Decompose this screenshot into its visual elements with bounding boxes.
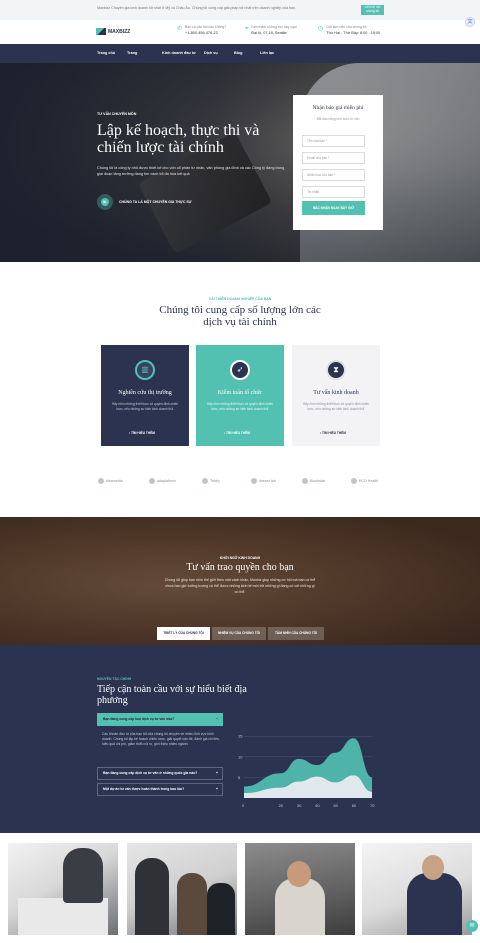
learn-more-link[interactable]: ▪ TÌM HIỂU THÊM xyxy=(320,431,346,435)
learn-more-link[interactable]: ▪ TÌM HIỂU THÊM xyxy=(129,431,155,435)
site-header: MAXBIZZ ✆ Bạn có câu hỏi nào không? +1-80… xyxy=(0,20,480,44)
play-button[interactable]: ▶ xyxy=(97,194,113,210)
tab-vision[interactable]: TẦM NHÌN CỦA CHÚNG TÔI xyxy=(268,627,324,640)
quote-form-subtitle: Bắt đầu bằng một cuộc tư vấn xyxy=(316,117,360,121)
partner-logo: ideamedia xyxy=(98,478,123,484)
nav-item-blog[interactable]: Blog xyxy=(234,51,242,55)
person-shape xyxy=(407,873,462,935)
faq-item-duration[interactable]: Một dự án tư vấn được hoàn thành trong b… xyxy=(97,783,223,796)
service-card-audit[interactable]: ➶ Kiểm toán tổ chức Hãy nhìn những thiết… xyxy=(196,345,284,446)
top-info-bar: Maxbizz Chuyên gia kinh doanh tốt nhất ở… xyxy=(0,0,480,20)
quote-form-title: Nhận báo giá miễn phí xyxy=(312,105,364,111)
face-shape xyxy=(422,855,444,880)
chart-icon: ▥ xyxy=(135,360,155,380)
partner-logo: ECO Health xyxy=(351,478,378,484)
quote-form: Nhận báo giá miễn phí Bắt đầu bằng một c… xyxy=(293,95,383,230)
x-tick-label: 40 xyxy=(315,803,320,808)
phone-icon: ✆ xyxy=(177,26,183,32)
tab-philosophy[interactable]: TRIẾT LÝ CỦA CHÚNG TÔI xyxy=(157,627,210,640)
service-card-text: Hãy nhìn những thiết thực cô quyền định … xyxy=(111,402,179,411)
partner-logo: Biosimilar xyxy=(302,478,326,484)
face-shape xyxy=(287,861,311,887)
person-shape xyxy=(207,883,235,935)
faq-item-services[interactable]: Bạn đang cung cấp loại dịch vụ tư vấn nà… xyxy=(97,713,223,726)
consult-title: Tư vấn trao quyền cho bạn xyxy=(186,562,294,573)
contact-us-button[interactable]: Liên hệ với chúng tôi xyxy=(361,5,384,15)
plus-icon: + xyxy=(216,771,218,775)
businessman-photo xyxy=(362,843,472,935)
person-shape xyxy=(63,848,103,903)
submit-quote-button[interactable]: BẮC NHẬN NGAY BÂY GIỜ xyxy=(302,201,365,215)
nav-item-business[interactable]: Kinh doanh đầu tư xyxy=(162,51,196,55)
person-shape xyxy=(177,873,207,935)
hourglass-icon: ⧗ xyxy=(326,360,346,380)
global-title: Tiếp cận toàn cầu với sự hiểu biết địa p… xyxy=(97,684,247,706)
rocket-icon: ➶ xyxy=(230,360,250,380)
x-tick-label: 70 xyxy=(370,803,375,808)
main-nav: Trang chủ Trang Kinh doanh đầu tư Dịch v… xyxy=(0,44,480,63)
area-chart: 5 10 15 0 20 30 40 50 60 70 xyxy=(238,734,375,808)
consult-kicker: KHỞI NGỮ KINH DOANH xyxy=(219,556,261,560)
nav-item-contact[interactable]: Liên lạc xyxy=(260,51,274,55)
translate-icon[interactable]: 文 xyxy=(465,17,475,27)
header-contact-location: ⌖ Đến thăm những thứ hay ngại Đại lộ, 07,… xyxy=(245,25,297,35)
x-tick-label: 0 xyxy=(242,803,245,808)
team-photo xyxy=(127,843,237,935)
tab-mission[interactable]: NHIỆM VỤ CỦA CHÚNG TÔI xyxy=(212,627,266,640)
services-title: Chúng tôi cung cấp số lượng lớn các dịch… xyxy=(159,304,321,328)
consult-description: Chúng tôi giúp bạn nhìn thế giới theo mộ… xyxy=(164,578,316,594)
email-field[interactable]: Email của bạn * xyxy=(302,152,365,164)
partner-logo: Tribby xyxy=(202,478,220,484)
x-tick-label: 60 xyxy=(352,803,357,808)
x-tick-label: 30 xyxy=(297,803,302,808)
logo-mark-icon xyxy=(96,28,106,35)
faq-answer: Các khoản đầu tư của bạn tốt của chúng t… xyxy=(102,732,220,746)
logo[interactable]: MAXBIZZ xyxy=(96,28,130,35)
service-card-market-research[interactable]: ▥ Nghiên cứu thị trường Hãy nhìn những t… xyxy=(101,345,189,446)
name-field[interactable]: Tên của bạn * xyxy=(302,135,365,147)
hero-section xyxy=(0,63,480,262)
location-icon: ⌖ xyxy=(245,26,249,32)
nav-item-pages[interactable]: Trang xyxy=(127,51,137,55)
top-message: Maxbizz Chuyên gia kinh doanh tốt nhất ở… xyxy=(97,6,297,10)
plus-icon: + xyxy=(216,787,218,791)
header-contact-hours: ◷ Giờ làm việc của chúng tôi Thứ Hai - Th… xyxy=(318,25,381,35)
hero-title: Lập kế hoạch, thực thi và chiến lược tài… xyxy=(97,122,260,156)
partner-logo: drawer lab xyxy=(251,478,276,484)
x-tick-label: 50 xyxy=(333,803,338,808)
hero-description: Chúng tôi là công ty nhỏ được thiết kế c… xyxy=(97,166,285,176)
desk-shape xyxy=(18,898,108,935)
faq-item-countries[interactable]: Bạn đang cung cấp dịch vụ tư vấn ở những… xyxy=(97,767,223,780)
service-card-text: Hãy nhìn những thiết thực cô quyền định … xyxy=(302,402,370,411)
service-card-text: Hãy nhìn những thiết thực cô quyền định … xyxy=(206,402,274,411)
nav-item-services[interactable]: Dịch vụ xyxy=(204,51,218,55)
nav-item-home[interactable]: Trang chủ xyxy=(97,51,115,55)
learn-more-link[interactable]: ▪ TÌM HIỂU THÊM xyxy=(224,431,250,435)
partner-logo: adaptaforce xyxy=(149,478,176,484)
play-icon: ▶ xyxy=(101,198,109,206)
y-tick-label: 15 xyxy=(238,734,243,739)
service-card-title: Kiểm toán tổ chức xyxy=(217,390,263,396)
global-kicker: NGUYÊN TẮC CHÍNH xyxy=(97,677,132,681)
person-shape xyxy=(135,858,169,935)
play-label[interactable]: CHÚNG TA LÀ MỘT CHUYÊN GIA THỰC SỰ xyxy=(119,200,192,204)
message-field[interactable]: Tin nhắn xyxy=(302,186,365,198)
smiling-man-photo xyxy=(245,843,355,935)
hero-kicker: TƯ VẤN CHUYÊN MÔN xyxy=(97,112,137,116)
header-contact-phone: ✆ Bạn có câu hỏi nào không? +1-800-456-47… xyxy=(177,25,227,35)
service-card-title: Tư vấn kinh doanh xyxy=(313,390,359,396)
chat-icon[interactable]: ✉ xyxy=(466,920,478,932)
y-tick-label: 10 xyxy=(238,754,243,759)
x-tick-label: 20 xyxy=(279,803,284,808)
y-tick-label: 5 xyxy=(238,775,241,780)
clock-icon: ◷ xyxy=(318,26,324,32)
meeting-photo xyxy=(8,843,118,935)
subject-field[interactable]: Nhãn hoá của bạn * xyxy=(302,169,365,181)
services-kicker: CẢI THIỆN DOANH NGHIỆP CỦA BẠN xyxy=(208,297,272,301)
service-card-business-consulting[interactable]: ⧗ Tư vấn kinh doanh Hãy nhìn những thiết… xyxy=(292,345,380,446)
minus-icon: − xyxy=(216,717,218,721)
service-card-title: Nghiên cứu thị trường xyxy=(118,390,172,396)
